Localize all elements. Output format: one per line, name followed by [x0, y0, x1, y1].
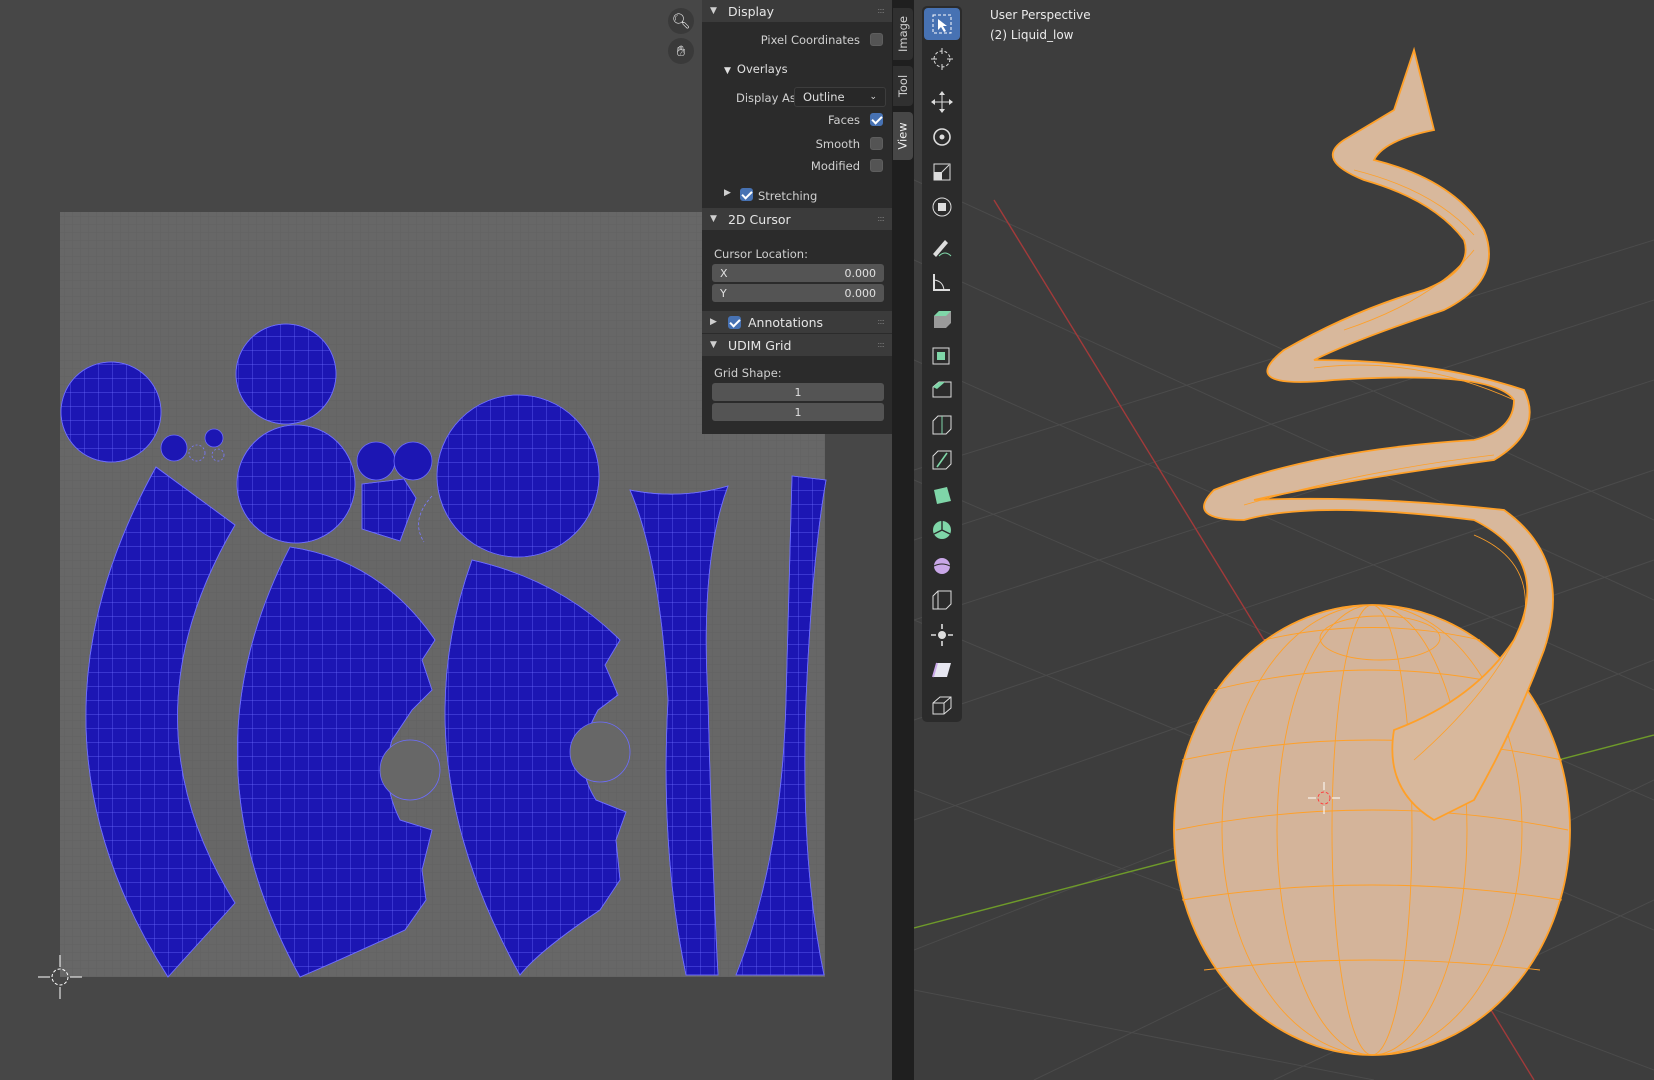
drag-grip-icon[interactable]: :::: — [877, 6, 885, 15]
uv-island-circle — [204, 428, 224, 448]
viewport-toolbar — [922, 6, 962, 722]
expand-down-icon: ▼ — [710, 6, 717, 16]
bevel-icon[interactable] — [924, 374, 960, 406]
edge-slide-icon[interactable] — [924, 584, 960, 616]
display-as-value: Outline — [803, 90, 845, 104]
viewport-perspective-label: User Perspective — [990, 8, 1091, 22]
uv-island-circle — [356, 441, 396, 481]
cursor-x-value: 0.000 — [844, 266, 877, 280]
modified-checkbox[interactable] — [870, 159, 883, 172]
zoom-icon[interactable]: 🔍︎ — [668, 8, 694, 34]
shear-icon[interactable] — [924, 654, 960, 686]
cursor-2d-title: 2D Cursor — [728, 211, 791, 227]
shrink-fatten-icon[interactable] — [924, 619, 960, 651]
display-as-label: Display As — [736, 91, 796, 105]
loop-cut-icon[interactable] — [924, 409, 960, 441]
annotations-title: Annotations — [748, 314, 824, 330]
uv-island-circle — [160, 434, 188, 462]
drag-grip-icon[interactable]: :::: — [877, 214, 885, 223]
tab-tool[interactable]: Tool — [893, 66, 913, 106]
stretching-checkbox[interactable] — [740, 188, 753, 201]
cursor-y-label: Y — [720, 286, 727, 300]
smooth-vertices-icon[interactable] — [924, 549, 960, 581]
smooth-checkbox[interactable] — [870, 137, 883, 150]
smooth-label: Smooth — [815, 137, 860, 151]
chevron-down-icon: ⌄ — [869, 92, 877, 102]
grid-shape-y-field[interactable]: 1 — [712, 403, 884, 421]
pixel-coordinates-label: Pixel Coordinates — [760, 33, 860, 47]
overlays-subheader[interactable]: ▼ Overlays — [724, 62, 788, 76]
viewport-scene[interactable] — [914, 0, 1654, 1080]
rotate-icon[interactable] — [924, 121, 960, 153]
hand-pan-icon[interactable]: ✋︎ — [668, 38, 694, 64]
stretching-label: Stretching — [758, 189, 818, 203]
knife-icon[interactable] — [924, 444, 960, 476]
poly-build-icon[interactable] — [924, 479, 960, 511]
annotate-icon[interactable] — [924, 231, 960, 263]
grid-shape-label: Grid Shape: — [714, 366, 782, 380]
tab-view-label: View — [896, 122, 911, 150]
grid-shape-y-value: 1 — [794, 405, 802, 419]
faces-label: Faces — [828, 113, 860, 127]
display-panel-header[interactable]: ▼ Display :::: — [702, 0, 892, 22]
measure-icon[interactable] — [924, 266, 960, 298]
cursor-x-label: X — [720, 266, 728, 280]
modified-label: Modified — [810, 159, 860, 173]
tab-view[interactable]: View — [893, 112, 913, 160]
sidebar-tabs: Image Tool View — [892, 0, 914, 1080]
drag-grip-icon[interactable]: :::: — [877, 317, 885, 326]
display-as-dropdown[interactable]: Outline ⌄ — [794, 87, 886, 107]
expand-down-icon: ▼ — [710, 340, 717, 350]
overlays-title: Overlays — [736, 62, 788, 76]
select-box-icon[interactable] — [924, 8, 960, 40]
expand-right-icon[interactable]: ▶ — [724, 188, 731, 198]
drag-grip-icon[interactable]: :::: — [877, 340, 885, 349]
inset-faces-icon[interactable] — [924, 339, 960, 371]
viewport-object-label: (2) Liquid_low — [990, 28, 1074, 42]
tab-image[interactable]: Image — [893, 8, 913, 60]
spin-icon[interactable] — [924, 514, 960, 546]
extrude-region-icon[interactable] — [924, 304, 960, 336]
cursor-x-field[interactable]: X 0.000 — [712, 264, 884, 282]
expand-right-icon: ▶ — [710, 317, 717, 327]
tab-tool-label: Tool — [896, 74, 910, 98]
transform-icon[interactable] — [924, 191, 960, 223]
move-icon[interactable] — [924, 86, 960, 118]
uv-island-circle — [393, 441, 433, 481]
faces-checkbox[interactable] — [870, 113, 883, 126]
cursor-location-label: Cursor Location: — [714, 247, 808, 261]
display-title: Display — [728, 3, 775, 19]
pixel-coordinates-checkbox[interactable] — [870, 33, 883, 46]
tab-image-label: Image — [896, 15, 910, 53]
annotations-checkbox[interactable] — [728, 315, 741, 329]
expand-down-icon: ▼ — [710, 214, 717, 224]
cursor-icon[interactable] — [924, 43, 960, 75]
cursor-y-field[interactable]: Y 0.000 — [712, 284, 884, 302]
cursor-y-value: 0.000 — [844, 286, 877, 300]
3d-viewport[interactable] — [914, 0, 1654, 1080]
grid-shape-x-field[interactable]: 1 — [712, 383, 884, 401]
rip-region-icon[interactable] — [924, 689, 960, 721]
annotations-panel-header[interactable]: ▶ Annotations :::: — [702, 311, 892, 333]
uv-sidebar-panel: ▼ Display :::: Pixel Coordinates ▼Overla… — [702, 0, 892, 434]
expand-down-icon: ▼ — [724, 66, 731, 76]
liquid-mesh — [1173, 46, 1571, 1056]
scale-icon[interactable] — [924, 156, 960, 188]
udim-grid-panel-header[interactable]: ▼ UDIM Grid :::: — [702, 334, 892, 356]
grid-shape-x-value: 1 — [794, 385, 802, 399]
udim-grid-title: UDIM Grid — [728, 337, 792, 353]
cursor-2d-panel-header[interactable]: ▼ 2D Cursor :::: — [702, 208, 892, 230]
